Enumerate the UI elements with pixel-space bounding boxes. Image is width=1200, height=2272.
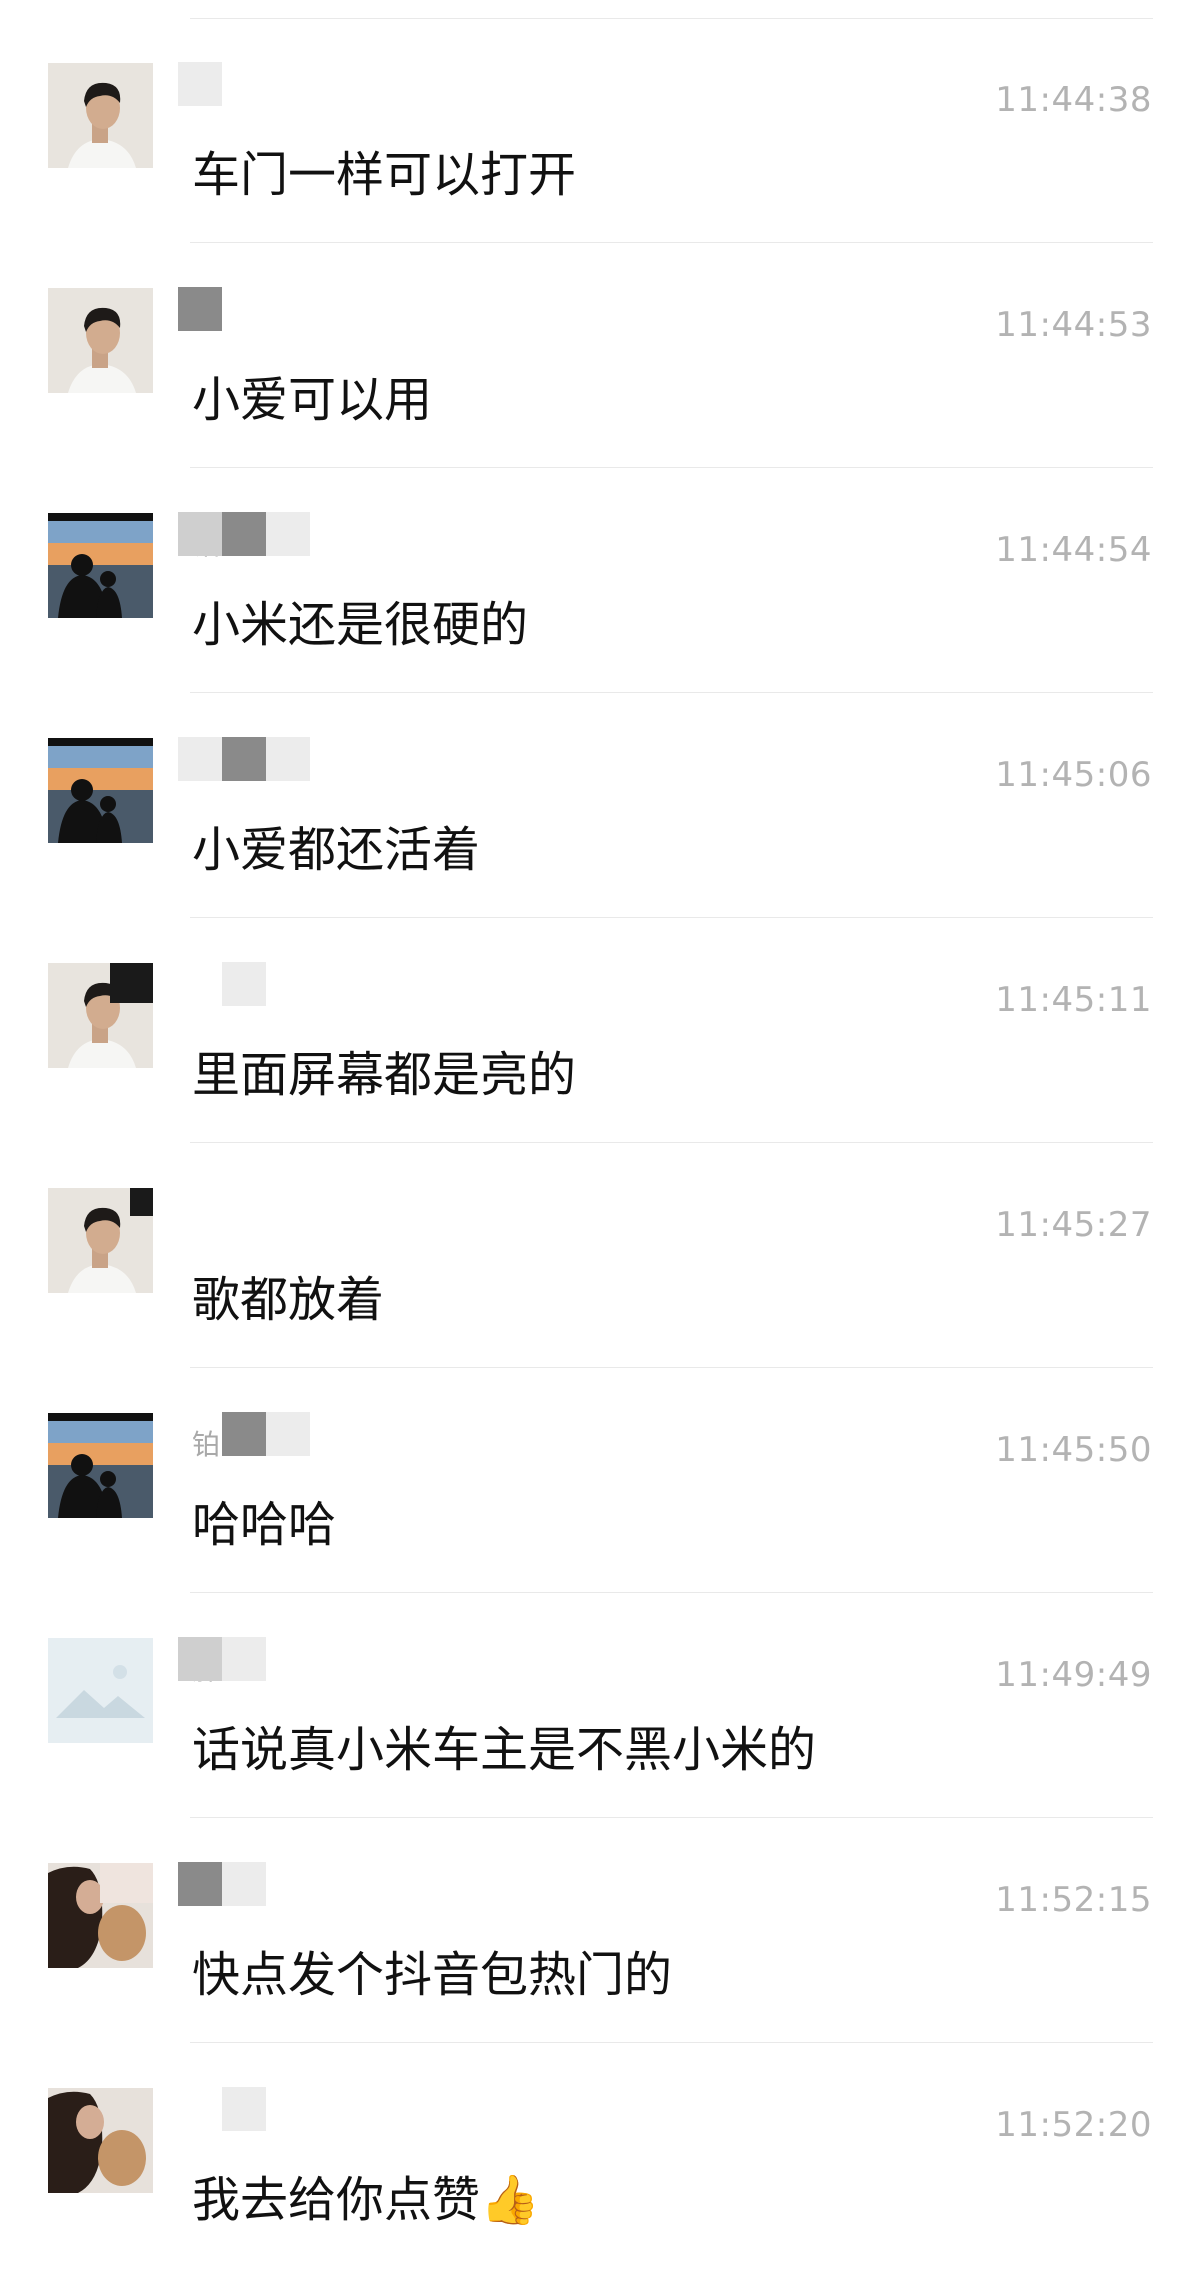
- sunset-avatar[interactable]: [48, 513, 153, 618]
- girl-dog-avatar[interactable]: [48, 1863, 153, 1968]
- sender-name: [178, 737, 338, 781]
- message-text: 车门一样可以打开: [192, 147, 577, 203]
- message-row: 11:45:06 小爱都还活着: [0, 693, 1200, 918]
- message-text: 小爱可以用: [192, 372, 433, 428]
- sender-name: [178, 62, 338, 106]
- chat-message-list: 11:44:38 车门一样可以打开 11:44:53 小爱可以用 11:44:5…: [0, 0, 1200, 2272]
- timestamp: 11:45:50: [995, 1430, 1152, 1470]
- sender-name: [178, 962, 338, 1006]
- timestamp: 11:44:54: [995, 530, 1152, 570]
- placeholder-avatar[interactable]: [48, 1638, 153, 1743]
- sunset-avatar[interactable]: [48, 1413, 153, 1518]
- message-row: 11:52:20 我去给你点赞👍: [0, 2043, 1200, 2272]
- man-avatar[interactable]: [48, 1188, 153, 1293]
- message-text: 快点发个抖音包热门的: [192, 1947, 673, 2003]
- redaction-mosaic: [222, 1412, 266, 1456]
- redaction-mosaic: [222, 1637, 266, 1681]
- sender-name: [178, 287, 338, 331]
- message-text: 哈哈哈: [192, 1497, 337, 1553]
- message-row: 11:44:38 车门一样可以打开: [0, 18, 1200, 243]
- message-text: 歌都放着: [192, 1272, 385, 1328]
- message-text: 小米还是很硬的: [192, 597, 529, 653]
- redaction-mosaic: [222, 2087, 266, 2131]
- sender-name: [178, 2087, 338, 2131]
- redaction-mosaic: [178, 62, 222, 106]
- timestamp: 11:45:11: [995, 980, 1152, 1020]
- sender-name: [178, 1862, 338, 1906]
- man-avatar[interactable]: [48, 288, 153, 393]
- timestamp: 11:44:38: [995, 80, 1152, 120]
- redaction-mosaic: [178, 1862, 222, 1906]
- message-text: 我去给你点赞👍: [192, 2172, 540, 2228]
- redaction-mosaic: [178, 1637, 222, 1681]
- redaction-mosaic: [222, 737, 266, 781]
- redaction-mosaic: [266, 737, 310, 781]
- redaction-mosaic: [266, 512, 310, 556]
- redaction-mosaic: [222, 512, 266, 556]
- sender-name: 胖: [178, 1637, 338, 1686]
- girl-dog-avatar[interactable]: [48, 2088, 153, 2193]
- message-text: 里面屏幕都是亮的: [192, 1047, 577, 1103]
- timestamp: 11:45:27: [995, 1205, 1152, 1245]
- sender-name: 铂: [178, 512, 338, 561]
- timestamp: 11:44:53: [995, 305, 1152, 345]
- message-row: 11:45:11 里面屏幕都是亮的: [0, 918, 1200, 1143]
- message-row: 11:52:15 快点发个抖音包热门的: [0, 1818, 1200, 2043]
- message-text: 小爱都还活着: [192, 822, 481, 878]
- redaction-mosaic: [178, 287, 222, 331]
- timestamp: 11:49:49: [995, 1655, 1152, 1695]
- message-row: 11:44:53 小爱可以用: [0, 243, 1200, 468]
- message-row: 11:45:27 歌都放着: [0, 1143, 1200, 1368]
- redaction-mosaic: [178, 512, 222, 556]
- sender-name: [178, 1187, 338, 1231]
- man-avatar[interactable]: [48, 963, 153, 1068]
- redaction-mosaic: [266, 1412, 310, 1456]
- redaction-mosaic: [178, 737, 222, 781]
- sunset-avatar[interactable]: [48, 738, 153, 843]
- timestamp: 11:52:20: [995, 2105, 1152, 2145]
- timestamp: 11:45:06: [995, 755, 1152, 795]
- sender-name: 铂: [178, 1412, 338, 1461]
- message-text: 话说真小米车主是不黑小米的: [192, 1722, 817, 1778]
- redaction-mosaic: [222, 1862, 266, 1906]
- message-row: 铂 11:44:54 小米还是很硬的: [0, 468, 1200, 693]
- message-row: 铂 11:45:50 哈哈哈: [0, 1368, 1200, 1593]
- man-avatar[interactable]: [48, 63, 153, 168]
- message-row: 胖 11:49:49 话说真小米车主是不黑小米的: [0, 1593, 1200, 1818]
- redaction-mosaic: [222, 962, 266, 1006]
- timestamp: 11:52:15: [995, 1880, 1152, 1920]
